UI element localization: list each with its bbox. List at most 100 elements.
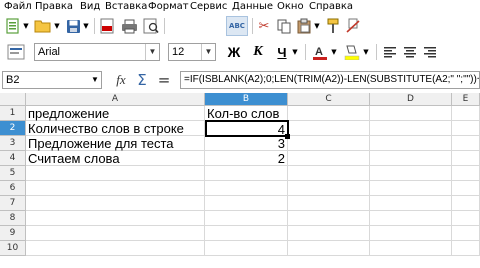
grid-cell[interactable]: [205, 241, 288, 256]
open-icon[interactable]: [34, 16, 52, 36]
grid-cell[interactable]: [205, 211, 288, 226]
function-wizard-button[interactable]: fx: [112, 70, 130, 90]
grid-cell[interactable]: [26, 166, 205, 181]
grid-cell[interactable]: [205, 181, 288, 196]
grid-cell[interactable]: [370, 106, 452, 121]
row-header-9[interactable]: 9: [0, 226, 26, 241]
grid-cell[interactable]: [370, 211, 452, 226]
formula-equals-button[interactable]: =: [156, 70, 172, 90]
menu-data[interactable]: Данные: [232, 1, 273, 12]
menu-tools[interactable]: Сервис: [190, 1, 227, 12]
fill-handle[interactable]: [285, 134, 290, 139]
paste-dropdown-icon[interactable]: ▼: [313, 16, 321, 36]
name-box[interactable]: B2 ▼: [2, 71, 102, 89]
row-header-6[interactable]: 6: [0, 181, 26, 196]
grid-cell[interactable]: [370, 196, 452, 211]
styles-icon[interactable]: [6, 42, 26, 62]
align-right-icon[interactable]: [422, 42, 438, 62]
grid-cell[interactable]: [26, 226, 205, 241]
grid-cell[interactable]: [370, 181, 452, 196]
select-all-corner[interactable]: [0, 93, 26, 106]
grid-cell[interactable]: [370, 136, 452, 151]
row-header-8[interactable]: 8: [0, 211, 26, 226]
cell-b3[interactable]: 3: [205, 136, 288, 151]
underline-button[interactable]: Ч: [274, 42, 290, 62]
save-icon[interactable]: [65, 16, 81, 36]
open-dropdown-icon[interactable]: ▼: [53, 16, 61, 36]
grid-cell[interactable]: [452, 211, 480, 226]
grid-cell[interactable]: [288, 106, 370, 121]
print-preview-icon[interactable]: [142, 16, 160, 36]
menu-format[interactable]: Формат: [148, 1, 189, 12]
grid-cell[interactable]: [205, 196, 288, 211]
menu-insert[interactable]: Вставка: [105, 1, 147, 12]
save-dropdown-icon[interactable]: ▼: [82, 16, 90, 36]
grid-cell[interactable]: [288, 166, 370, 181]
cell-a3[interactable]: Предложение для теста: [26, 136, 205, 151]
grid-cell[interactable]: [370, 151, 452, 166]
column-header-b[interactable]: B: [205, 93, 288, 106]
clear-format-icon[interactable]: [345, 16, 361, 36]
grid-cell[interactable]: [370, 166, 452, 181]
bold-button[interactable]: Ж: [226, 42, 242, 62]
new-dropdown-icon[interactable]: ▼: [22, 16, 30, 36]
background-color-icon[interactable]: [343, 42, 361, 62]
export-pdf-icon[interactable]: [99, 16, 115, 36]
align-left-icon[interactable]: [382, 42, 398, 62]
background-color-dropdown-icon[interactable]: ▼: [362, 42, 370, 62]
menu-help[interactable]: Справка: [309, 1, 353, 12]
grid-cell[interactable]: [452, 166, 480, 181]
cell-b4[interactable]: 2: [205, 151, 288, 166]
column-header-c[interactable]: C: [288, 93, 370, 106]
cell-b1[interactable]: Кол-во слов: [205, 106, 288, 121]
grid-cell[interactable]: [452, 121, 480, 136]
row-header-3[interactable]: 3: [0, 136, 26, 151]
align-center-icon[interactable]: [402, 42, 418, 62]
font-size-combo[interactable]: 12 ▼: [168, 43, 216, 61]
grid-cell[interactable]: [288, 211, 370, 226]
grid-cell[interactable]: [452, 106, 480, 121]
cut-icon[interactable]: ✂: [256, 16, 272, 36]
sum-button[interactable]: Σ: [134, 70, 150, 90]
grid-cell[interactable]: [452, 136, 480, 151]
column-header-a[interactable]: A: [26, 93, 205, 106]
grid-cell[interactable]: [205, 226, 288, 241]
grid-cell[interactable]: [452, 241, 480, 256]
print-icon[interactable]: [120, 16, 138, 36]
grid-cell[interactable]: [370, 226, 452, 241]
font-name-combo[interactable]: Arial ▼: [34, 43, 160, 61]
chevron-down-icon[interactable]: ▼: [201, 44, 215, 60]
grid-cell[interactable]: [26, 196, 205, 211]
grid-cell[interactable]: [288, 196, 370, 211]
copy-icon[interactable]: [276, 16, 292, 36]
row-header-1[interactable]: 1: [0, 106, 26, 121]
cell-a1[interactable]: предложение: [26, 106, 205, 121]
clone-formatting-icon[interactable]: [325, 16, 341, 36]
formula-input[interactable]: =IF(ISBLANK(A2);0;LEN(TRIM(A2))-LEN(SUBS…: [180, 71, 480, 89]
font-color-dropdown-icon[interactable]: ▼: [330, 42, 338, 62]
grid-cell[interactable]: [205, 166, 288, 181]
grid-cell[interactable]: [288, 151, 370, 166]
chevron-down-icon[interactable]: ▼: [89, 72, 101, 88]
italic-button[interactable]: К: [250, 42, 266, 62]
grid-cell[interactable]: [26, 211, 205, 226]
grid-cell[interactable]: [452, 151, 480, 166]
grid-cell[interactable]: [452, 226, 480, 241]
grid-cell[interactable]: [288, 121, 370, 136]
grid-cell[interactable]: [370, 121, 452, 136]
new-icon[interactable]: [5, 16, 21, 36]
grid-cell[interactable]: [370, 241, 452, 256]
grid-cell[interactable]: [288, 181, 370, 196]
grid-cell[interactable]: [26, 241, 205, 256]
column-header-d[interactable]: D: [370, 93, 452, 106]
grid-cell[interactable]: [26, 181, 205, 196]
grid-cell[interactable]: [288, 136, 370, 151]
font-color-icon[interactable]: A: [311, 42, 329, 62]
cell-b2[interactable]: 4: [205, 120, 289, 137]
column-header-e[interactable]: E: [452, 93, 480, 106]
spellcheck-icon[interactable]: ABC: [226, 16, 248, 36]
cell-a4[interactable]: Считаем слова: [26, 151, 205, 166]
chevron-down-icon[interactable]: ▼: [145, 44, 159, 60]
row-header-10[interactable]: 10: [0, 241, 26, 256]
row-header-4[interactable]: 4: [0, 151, 26, 166]
